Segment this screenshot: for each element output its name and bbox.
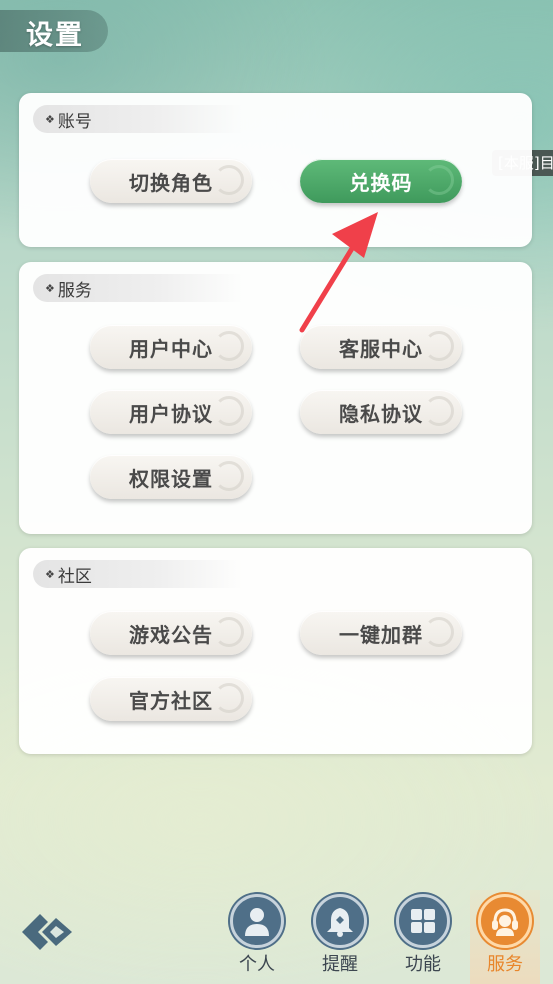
account-section-title: 账号 xyxy=(57,111,92,132)
swirl-icon xyxy=(214,396,244,426)
permission-settings-button[interactable]: 权限设置 xyxy=(90,455,252,499)
swirl-icon xyxy=(214,683,244,713)
bell-icon xyxy=(313,894,367,948)
diamond-icon: ❖ xyxy=(45,281,55,295)
official-community-button[interactable]: 官方社区 xyxy=(90,677,252,721)
swirl-icon xyxy=(214,331,244,361)
join-group-button[interactable]: 一键加群 xyxy=(300,611,462,655)
diamond-icon: ❖ xyxy=(45,567,55,581)
nav-function[interactable]: 功能 xyxy=(388,890,458,984)
nav-service-label: 服务 xyxy=(487,954,523,975)
service-panel: ❖ 服务 用户中心 客服中心 用户协议 隐私协议 权限设置 xyxy=(19,262,532,534)
person-icon xyxy=(230,894,284,948)
community-section-header: ❖ 社区 xyxy=(33,560,243,588)
swirl-icon xyxy=(424,617,454,647)
service-section-header: ❖ 服务 xyxy=(33,274,243,302)
user-center-button[interactable]: 用户中心 xyxy=(90,325,252,369)
community-panel: ❖ 社区 游戏公告 一键加群 官方社区 xyxy=(19,548,532,754)
swirl-icon xyxy=(214,461,244,491)
account-panel: ❖ 账号 切换角色 兑换码 xyxy=(19,93,532,247)
logo-icon[interactable] xyxy=(14,906,76,958)
switch-role-button[interactable]: 切换角色 xyxy=(90,159,252,203)
swirl-icon xyxy=(424,165,454,195)
privacy-agreement-button[interactable]: 隐私协议 xyxy=(300,390,462,434)
redeem-code-button[interactable]: 兑换码 xyxy=(300,159,462,203)
diamond-icon: ❖ xyxy=(45,112,55,126)
swirl-icon xyxy=(214,617,244,647)
nav-reminder[interactable]: 提醒 xyxy=(305,890,375,984)
user-agreement-button[interactable]: 用户协议 xyxy=(90,390,252,434)
swirl-icon xyxy=(424,396,454,426)
account-section-header: ❖ 账号 xyxy=(33,105,243,133)
grid-icon xyxy=(396,894,450,948)
swirl-icon xyxy=(424,331,454,361)
game-announcement-button[interactable]: 游戏公告 xyxy=(90,611,252,655)
headset-icon xyxy=(478,894,532,948)
nav-service[interactable]: 服务 xyxy=(470,890,540,984)
service-section-title: 服务 xyxy=(57,280,92,301)
arrow-icon xyxy=(299,212,378,333)
nav-function-label: 功能 xyxy=(405,954,441,975)
swirl-icon xyxy=(214,165,244,195)
nav-personal[interactable]: 个人 xyxy=(222,890,292,984)
page-title: 设置 xyxy=(26,20,84,51)
nav-personal-label: 个人 xyxy=(239,954,275,975)
nav-reminder-label: 提醒 xyxy=(322,954,358,975)
community-section-title: 社区 xyxy=(57,566,92,587)
